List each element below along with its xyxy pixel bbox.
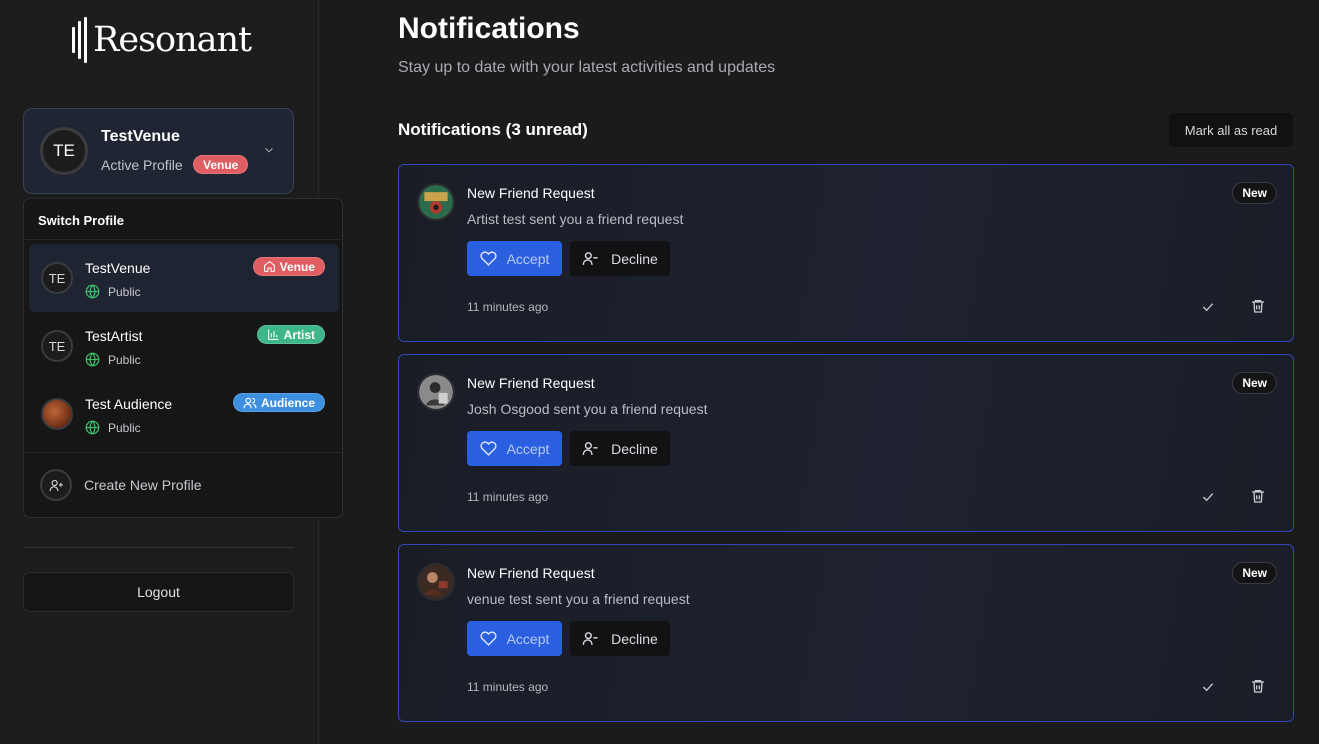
trash-icon[interactable] bbox=[1250, 298, 1266, 314]
badge-label: Artist bbox=[283, 327, 315, 342]
logo-text: Resonant bbox=[93, 19, 252, 60]
avatar: TE bbox=[41, 262, 73, 294]
profile-type-badge: Audience bbox=[232, 393, 325, 412]
decline-button[interactable]: Decline bbox=[570, 431, 670, 466]
mark-all-read-button[interactable]: Mark all as read bbox=[1169, 113, 1293, 147]
user-minus-icon bbox=[582, 632, 598, 645]
trash-icon[interactable] bbox=[1250, 488, 1266, 504]
profile-switcher-menu: Switch Profile TE TestVenue Public Venue… bbox=[23, 198, 343, 518]
decline-button[interactable]: Decline bbox=[570, 241, 670, 276]
divider bbox=[24, 239, 342, 240]
profile-name: TestVenue bbox=[85, 260, 151, 276]
check-icon[interactable] bbox=[1200, 299, 1216, 315]
accept-button[interactable]: Accept bbox=[467, 431, 562, 466]
notification-time: 11 minutes ago bbox=[467, 680, 549, 694]
globe-icon bbox=[85, 420, 100, 435]
profile-type-badge: Artist bbox=[256, 325, 325, 344]
users-icon bbox=[243, 397, 257, 408]
profile-item-testartist[interactable]: TE TestArtist Public Artist bbox=[29, 312, 339, 380]
app-logo[interactable]: Resonant bbox=[72, 16, 252, 64]
notification-card: New Friend Request venue test sent you a… bbox=[398, 544, 1294, 722]
create-profile-label: Create New Profile bbox=[84, 477, 202, 493]
switcher-title: Switch Profile bbox=[38, 213, 124, 228]
profile-visibility: Public bbox=[85, 352, 141, 367]
profile-visibility: Public bbox=[85, 420, 141, 435]
notification-message: venue test sent you a friend request bbox=[467, 591, 690, 607]
section-title: Notifications (3 unread) bbox=[398, 120, 588, 139]
profile-type-badge: Venue bbox=[252, 257, 325, 276]
profile-item-test-audience[interactable]: Test Audience Public Audience bbox=[29, 380, 339, 448]
decline-label: Decline bbox=[611, 630, 658, 647]
accept-button[interactable]: Accept bbox=[467, 621, 562, 656]
bar-chart-icon bbox=[267, 329, 279, 340]
active-profile-selector[interactable]: TE TestVenue Active Profile Venue bbox=[23, 108, 294, 194]
avatar: TE bbox=[40, 127, 88, 175]
active-profile-name: TestVenue bbox=[101, 128, 180, 145]
chevron-down-icon[interactable] bbox=[262, 143, 276, 157]
trash-icon[interactable] bbox=[1250, 678, 1266, 694]
profile-name: Test Audience bbox=[85, 396, 173, 412]
visibility-label: Public bbox=[108, 420, 141, 435]
avatar[interactable] bbox=[417, 183, 455, 221]
globe-icon bbox=[85, 284, 100, 299]
accept-label: Accept bbox=[506, 440, 550, 457]
page-title: Notifications bbox=[398, 12, 580, 45]
badge-label: Venue bbox=[279, 259, 315, 274]
accept-label: Accept bbox=[506, 630, 550, 647]
profile-item-testvenue[interactable]: TE TestVenue Public Venue bbox=[29, 244, 339, 312]
badge-label: Audience bbox=[260, 395, 315, 410]
user-minus-icon bbox=[582, 252, 598, 265]
create-profile-button[interactable]: Create New Profile bbox=[40, 469, 202, 501]
divider bbox=[23, 547, 294, 548]
notification-card: New Friend Request Artist test sent you … bbox=[398, 164, 1294, 342]
avatar[interactable] bbox=[417, 373, 455, 411]
heart-icon bbox=[480, 251, 497, 266]
notification-card: New Friend Request Josh Osgood sent you … bbox=[398, 354, 1294, 532]
notification-time: 11 minutes ago bbox=[467, 490, 549, 504]
new-badge: New bbox=[1232, 562, 1277, 584]
notification-title: New Friend Request bbox=[467, 375, 595, 391]
divider bbox=[24, 452, 342, 453]
check-icon[interactable] bbox=[1200, 489, 1216, 505]
logo-bars-icon bbox=[72, 17, 87, 63]
accept-label: Accept bbox=[506, 250, 550, 267]
heart-icon bbox=[480, 441, 497, 456]
notification-title: New Friend Request bbox=[467, 565, 595, 581]
profile-visibility: Public bbox=[85, 284, 141, 299]
new-badge: New bbox=[1232, 182, 1277, 204]
profile-name: TestArtist bbox=[85, 328, 143, 344]
visibility-label: Public bbox=[108, 352, 141, 367]
home-icon bbox=[263, 260, 275, 272]
heart-icon bbox=[480, 631, 497, 646]
decline-label: Decline bbox=[611, 250, 658, 267]
active-profile-subtitle: Active Profile bbox=[101, 157, 183, 173]
add-user-icon bbox=[40, 469, 72, 501]
profile-type-badge: Venue bbox=[193, 155, 249, 174]
accept-button[interactable]: Accept bbox=[467, 241, 562, 276]
globe-icon bbox=[85, 352, 100, 367]
decline-button[interactable]: Decline bbox=[570, 621, 670, 656]
new-badge: New bbox=[1232, 372, 1277, 394]
page-subtitle: Stay up to date with your latest activit… bbox=[398, 59, 776, 76]
notification-message: Artist test sent you a friend request bbox=[467, 211, 684, 227]
decline-label: Decline bbox=[611, 440, 658, 457]
check-icon[interactable] bbox=[1200, 679, 1216, 695]
avatar: TE bbox=[41, 330, 73, 362]
user-minus-icon bbox=[582, 442, 598, 455]
logout-button[interactable]: Logout bbox=[23, 572, 294, 612]
avatar[interactable] bbox=[417, 563, 455, 601]
visibility-label: Public bbox=[108, 284, 141, 299]
notification-title: New Friend Request bbox=[467, 185, 595, 201]
notification-message: Josh Osgood sent you a friend request bbox=[467, 401, 708, 417]
avatar bbox=[41, 398, 73, 430]
notification-time: 11 minutes ago bbox=[467, 300, 549, 314]
